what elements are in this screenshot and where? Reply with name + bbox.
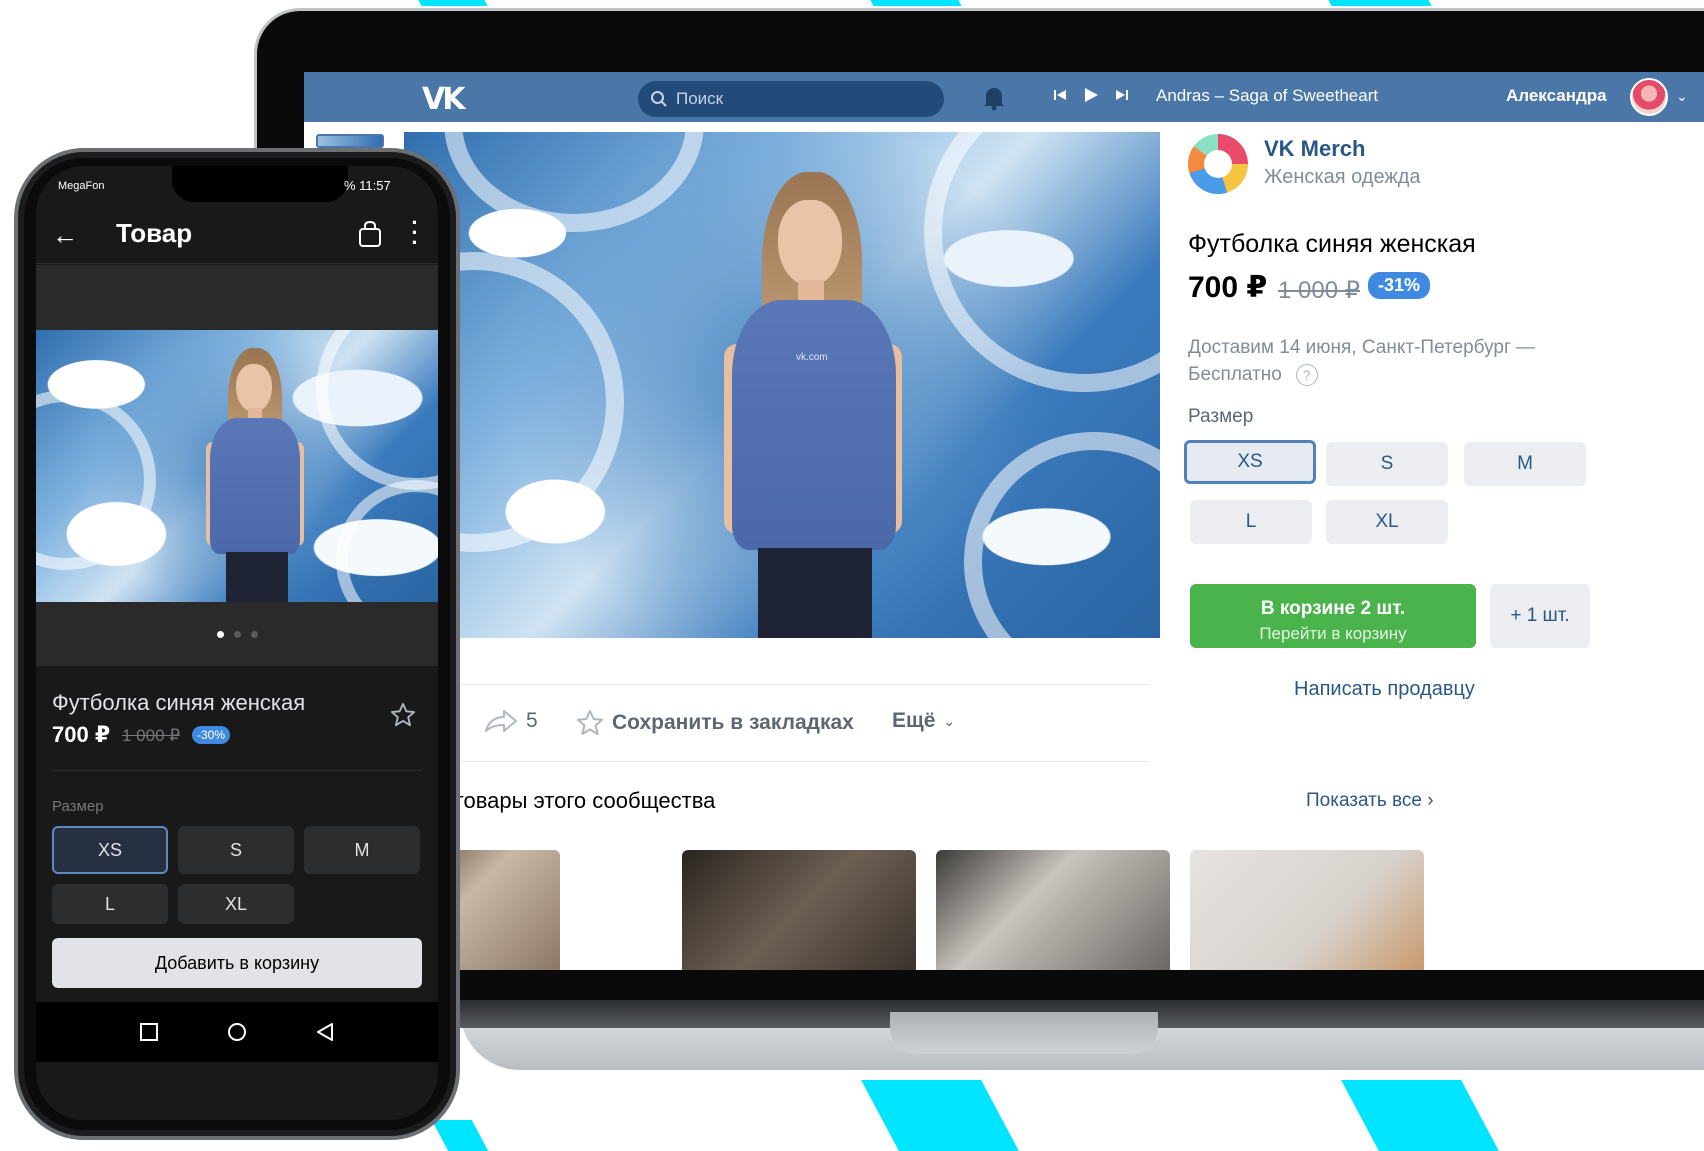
shop-logo[interactable] xyxy=(1188,134,1248,194)
shirt-print: vk.com xyxy=(796,352,828,363)
product-card[interactable] xyxy=(682,850,916,970)
current-track[interactable]: Andras – Saga of Sweetheart xyxy=(1156,86,1378,106)
product-title: Футболка синяя женская xyxy=(1188,230,1476,258)
mobile-screen: MegaFon % 11:57 ← Товар · · · Футболка с… xyxy=(36,166,438,1120)
discount-badge: -31% xyxy=(1368,272,1431,299)
delivery-info: Доставим 14 июня, Санкт-Петербург — Бесп… xyxy=(1188,334,1588,388)
chevron-down-icon: ⌄ xyxy=(943,712,956,729)
audio-player xyxy=(1052,86,1130,104)
show-all-label: Показать все xyxy=(1306,790,1422,811)
add-to-cart-button[interactable]: Добавить в корзину xyxy=(52,938,422,988)
write-seller-link[interactable]: Написать продавцу xyxy=(1294,678,1475,701)
more-action[interactable]: Ещё ⌄ xyxy=(892,709,955,733)
pagination-dot[interactable] xyxy=(250,630,258,638)
mobile-size-option-l[interactable]: L xyxy=(52,884,168,924)
product-price: 700 ₽ xyxy=(1188,271,1268,304)
more-label: Ещё xyxy=(892,709,936,732)
mobile-product-price: 700 ₽ xyxy=(52,722,111,747)
android-nav-bar xyxy=(36,1002,438,1062)
more-vertical-icon[interactable]: · · · xyxy=(410,212,420,254)
search-icon xyxy=(651,91,667,107)
delivery-text: Доставим 14 июня, Санкт-Петербург — Бесп… xyxy=(1188,337,1536,385)
go-to-cart-label: Перейти в корзину xyxy=(1259,623,1407,643)
previous-track-icon[interactable] xyxy=(1052,87,1068,103)
decor-stripe xyxy=(1328,0,1432,6)
favorite-star-icon[interactable] xyxy=(390,702,416,728)
search-box[interactable] xyxy=(638,81,944,117)
mobile-app-bar: ← Товар · · · xyxy=(36,210,438,264)
go-to-cart-button[interactable]: В корзине 2 шт. Перейти в корзину xyxy=(1190,584,1476,648)
mobile-old-price: 1 000 ₽ xyxy=(122,726,181,745)
photo-pagination xyxy=(36,602,438,666)
laptop-thumb-notch xyxy=(890,1012,1158,1054)
mobile-size-option-s[interactable]: S xyxy=(178,826,294,874)
mobile-size-option-xs[interactable]: XS xyxy=(52,826,168,874)
share-action[interactable]: 5 xyxy=(484,709,538,733)
size-label: Размер xyxy=(1188,406,1254,427)
promo-stage: VK Andras – Saga of Sweetheart Александр… xyxy=(0,0,1704,1151)
mobile-size-option-xl[interactable]: XL xyxy=(178,884,294,924)
divider xyxy=(52,770,422,771)
star-icon xyxy=(577,710,603,735)
chevron-down-icon[interactable]: ⌄ xyxy=(1676,88,1688,105)
old-price: 1 000 ₽ xyxy=(1278,277,1360,304)
cart-count-label: В корзине 2 шт. xyxy=(1260,597,1406,619)
mobile-size-option-m[interactable]: M xyxy=(304,826,420,874)
phone-notch xyxy=(172,166,348,202)
user-name[interactable]: Александра xyxy=(1506,86,1607,106)
size-option-m[interactable]: M xyxy=(1464,442,1586,486)
search-input[interactable] xyxy=(676,89,916,109)
carrier-label: MegaFon xyxy=(58,180,105,192)
pagination-dot[interactable] xyxy=(233,630,241,638)
photo-padding xyxy=(36,265,438,331)
help-icon[interactable]: ? xyxy=(1295,364,1318,386)
decor-stripe xyxy=(431,1120,489,1151)
play-icon[interactable] xyxy=(1082,86,1100,104)
size-option-xs[interactable]: XS xyxy=(1184,440,1316,484)
size-option-l[interactable]: L xyxy=(1190,500,1312,544)
product-card[interactable] xyxy=(936,850,1170,970)
mobile-product-title: Футболка синяя женская xyxy=(52,690,306,715)
show-all-link[interactable]: Показать все › xyxy=(1306,790,1434,812)
product-card[interactable] xyxy=(1190,850,1424,970)
decor-stripe xyxy=(418,0,488,6)
recent-apps-icon[interactable] xyxy=(140,1023,159,1041)
decor-stripe xyxy=(861,1080,1019,1151)
bookmark-label: Сохранить в закладках xyxy=(612,711,854,734)
home-icon[interactable] xyxy=(227,1022,247,1042)
bell-icon[interactable] xyxy=(982,85,1006,111)
actions-bar: 53 5 Сохранить в закладках Ещё ⌄ xyxy=(394,684,1150,762)
back-arrow-icon[interactable]: ← xyxy=(52,220,78,251)
mobile-product-photo[interactable] xyxy=(36,330,438,602)
chevron-right-icon: › xyxy=(1427,790,1434,811)
mobile-size-label: Размер xyxy=(52,798,104,815)
size-option-xl[interactable]: XL xyxy=(1326,500,1448,544)
product-photo[interactable]: vk.com xyxy=(404,132,1160,638)
size-option-s[interactable]: S xyxy=(1326,442,1448,486)
avatar[interactable] xyxy=(1630,78,1668,116)
bookmark-action[interactable]: Сохранить в закладках xyxy=(576,709,854,737)
share-icon xyxy=(485,710,517,732)
back-triangle-icon[interactable] xyxy=(316,1022,334,1042)
mobile-page-title: Товар xyxy=(116,218,193,248)
gallery-thumbnail[interactable] xyxy=(316,134,384,148)
vk-logo[interactable]: VK xyxy=(422,82,466,117)
shop-category: Женская одежда xyxy=(1264,166,1421,188)
decor-stripe xyxy=(1341,1080,1499,1151)
shop-name[interactable]: VK Merch xyxy=(1264,136,1365,162)
shopping-bag-icon[interactable] xyxy=(358,220,382,248)
pagination-dot-active[interactable] xyxy=(216,630,224,638)
next-track-icon[interactable] xyxy=(1114,87,1130,103)
mobile-discount-badge: -30% xyxy=(192,726,231,744)
desktop-screen: VK Andras – Saga of Sweetheart Александр… xyxy=(304,72,1704,970)
share-count: 5 xyxy=(526,709,538,732)
vk-header: VK Andras – Saga of Sweetheart Александр… xyxy=(304,72,1704,122)
status-time: % 11:57 xyxy=(344,178,391,193)
decor-stripe xyxy=(870,0,962,6)
add-one-button[interactable]: + 1 шт. xyxy=(1490,584,1590,648)
